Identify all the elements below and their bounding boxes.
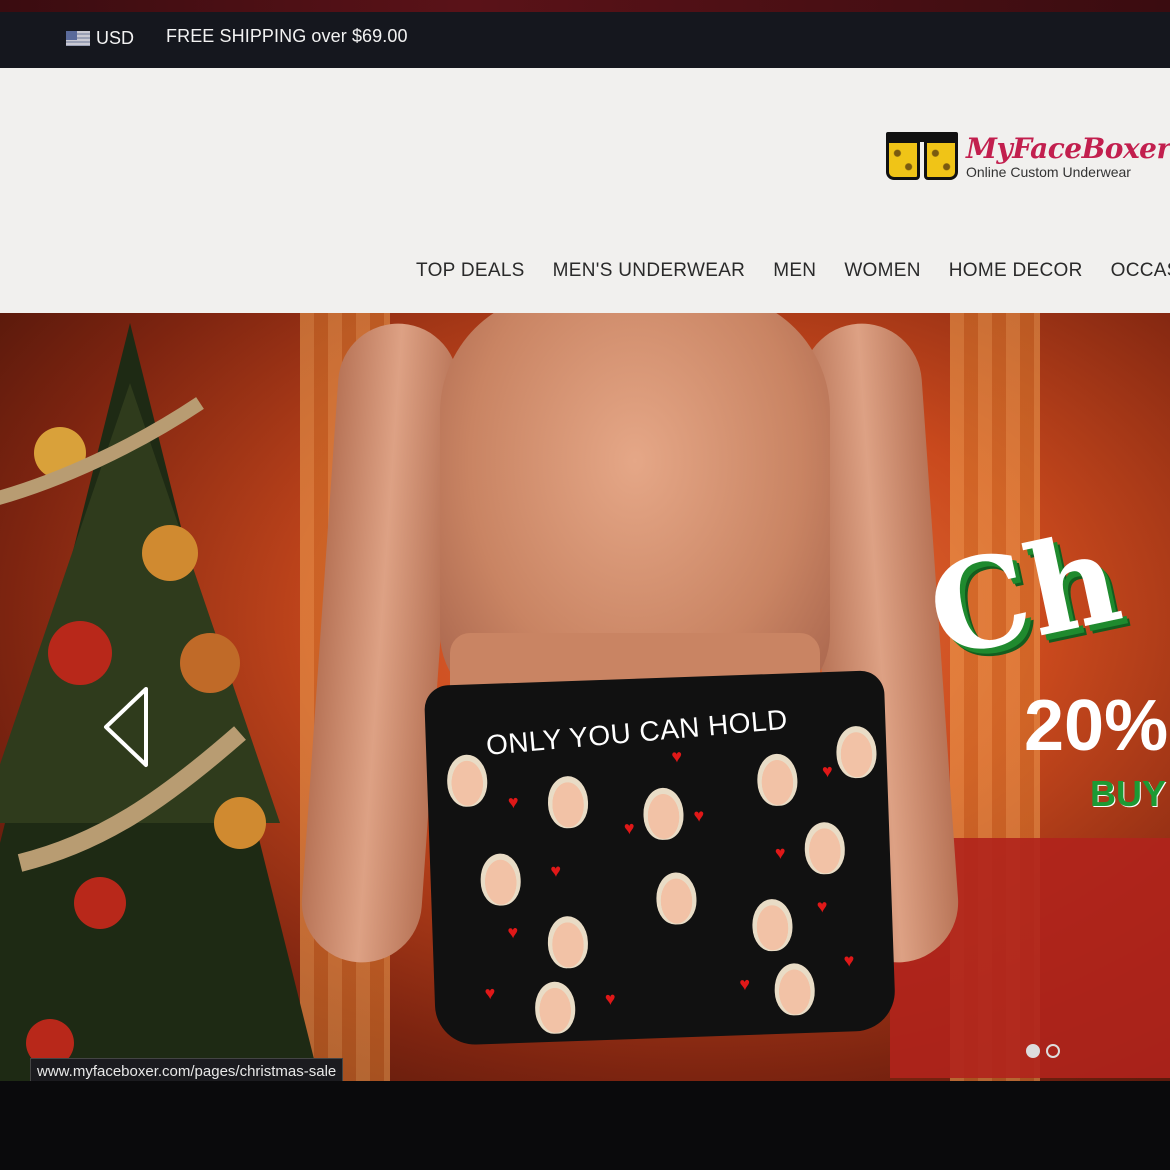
free-shipping-text: FREE SHIPPING over $69.00	[166, 26, 408, 46]
christmas-tree-image	[0, 323, 320, 1081]
monitor-bezel	[0, 1081, 1170, 1170]
logo-boxer-icon	[884, 130, 960, 182]
slider-dot-2[interactable]	[1046, 1044, 1060, 1058]
currency-selector[interactable]: USD	[66, 28, 134, 49]
logo-name: MyFaceBoxer	[966, 132, 1170, 165]
site-header: MyFaceBoxer Online Custom Underwear TOP …	[0, 68, 1170, 313]
nav-top-deals[interactable]: TOP DEALS	[416, 260, 525, 282]
flag-icon	[66, 31, 90, 46]
logo-tagline: Online Custom Underwear	[966, 164, 1131, 180]
nav-women[interactable]: WOMEN	[844, 260, 920, 282]
main-nav: TOP DEALS MEN'S UNDERWEAR MEN WOMEN HOME…	[416, 260, 1170, 282]
currency-label: USD	[96, 28, 135, 48]
nav-home-decor[interactable]: HOME DECOR	[949, 260, 1083, 282]
promo-cta: BUY	[1090, 773, 1167, 814]
announcement-bar: USD FREE SHIPPING over $69.00	[0, 12, 1170, 68]
nav-mens-underwear[interactable]: MEN'S UNDERWEAR	[553, 260, 746, 282]
hero-banner[interactable]: ONLY YOU CAN HOLD ♥ ♥ ♥ ♥ ♥ ♥ ♥ ♥ ♥ ♥ ♥ …	[0, 313, 1170, 1081]
nav-men[interactable]: MEN	[773, 260, 816, 282]
site-logo[interactable]: MyFaceBoxer Online Custom Underwear	[884, 130, 1170, 182]
boxer-product: ONLY YOU CAN HOLD ♥ ♥ ♥ ♥ ♥ ♥ ♥ ♥ ♥ ♥ ♥ …	[423, 670, 897, 1046]
nav-occasions[interactable]: OCCAS	[1111, 260, 1170, 282]
monitor-top-edge	[0, 0, 1170, 12]
promo-discount: 20%	[1024, 686, 1169, 766]
slider-dots	[1026, 1044, 1060, 1058]
slider-dot-1[interactable]	[1026, 1044, 1040, 1058]
boxer-print-text: ONLY YOU CAN HOLD	[484, 703, 789, 761]
chevron-left-icon[interactable]	[100, 685, 152, 769]
model-image: ONLY YOU CAN HOLD ♥ ♥ ♥ ♥ ♥ ♥ ♥ ♥ ♥ ♥ ♥ …	[297, 313, 963, 1081]
